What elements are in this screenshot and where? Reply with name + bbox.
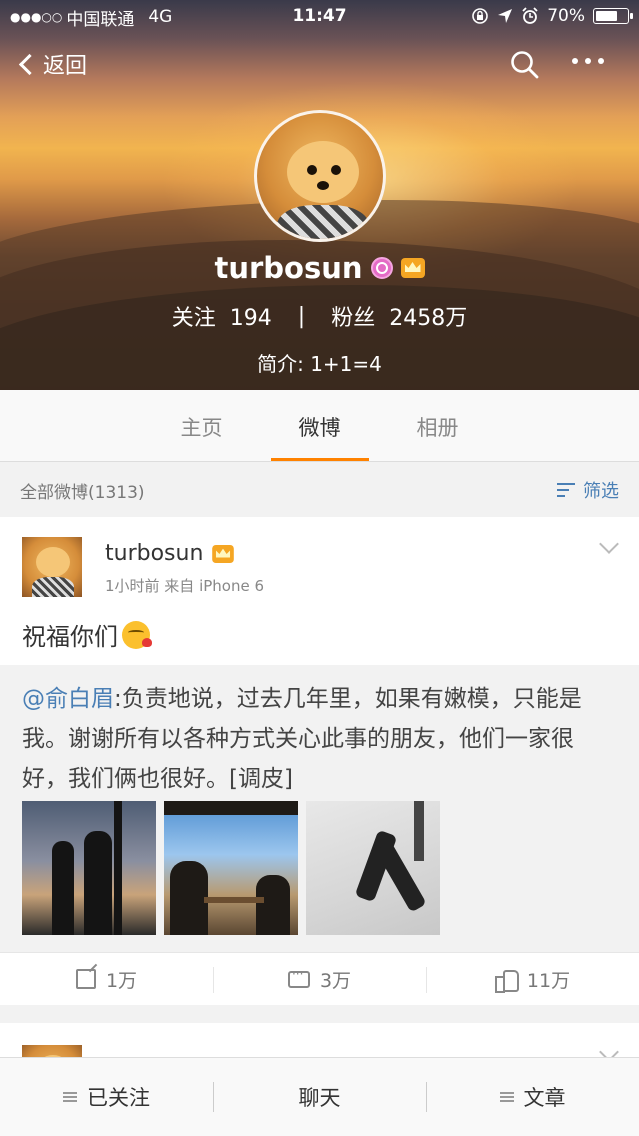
followed-button[interactable]: 已关注 (0, 1058, 213, 1136)
post-actions: 1万 3万 11万 (0, 952, 639, 1005)
following-label: 关注 (171, 306, 216, 331)
more-dot (585, 58, 591, 64)
more-icon[interactable] (572, 58, 612, 70)
post-text: 祝福你们 (22, 617, 152, 652)
repost-count: 1万 (105, 969, 138, 992)
filter-label: 筛选 (583, 481, 619, 502)
photo-thumbnail[interactable] (164, 801, 298, 935)
post-text-content: 祝福你们 (22, 623, 118, 651)
profile-tabs: 主页 微博 相册 (0, 390, 639, 462)
profile-username: turbosun (214, 251, 363, 285)
repost-button[interactable]: 1万 (0, 953, 213, 1005)
comment-button[interactable]: 3万 (213, 953, 426, 1005)
verified-badge-icon[interactable] (370, 257, 393, 279)
article-button[interactable]: 文章 (426, 1058, 639, 1136)
following-count: 194 (229, 306, 272, 331)
followers-count: 2458万 (389, 306, 468, 331)
post-meta: 1小时前 来自 iPhone 6 (105, 577, 265, 595)
tab-home[interactable]: 主页 (143, 390, 261, 461)
battery-icon (593, 8, 633, 24)
mention-link[interactable]: @俞白眉 (22, 686, 114, 712)
avatar-dog-nose (317, 181, 329, 190)
alarm-icon (522, 7, 538, 24)
more-dot (598, 58, 604, 64)
photo-grid (22, 801, 440, 935)
profile-cover: ●●●○○ 中国联通 4G 11:47 70% 返回 turbosun 关注 1… (0, 0, 639, 390)
stats-separator: | (297, 303, 306, 329)
chat-button[interactable]: 聊天 (213, 1058, 426, 1136)
nav-bar: 返回 (0, 40, 639, 90)
filter-icon (557, 483, 577, 497)
avatar-dog-eye (307, 165, 317, 175)
post-author-name: turbosun (105, 541, 204, 566)
more-dot (572, 58, 578, 64)
comment-icon (287, 967, 310, 988)
battery-fill (596, 11, 617, 21)
profile-bio: 简介: 1+1=4 (257, 352, 382, 376)
thumbs-up-icon (494, 968, 519, 993)
profile-avatar[interactable] (254, 110, 386, 242)
status-bar: ●●●○○ 中国联通 4G 11:47 70% (0, 0, 639, 34)
username-row: turbosun (0, 248, 639, 288)
followed-label: 已关注 (87, 1086, 150, 1110)
like-button[interactable]: 11万 (426, 953, 639, 1005)
vip-crown-icon (212, 544, 235, 563)
back-label: 返回 (43, 54, 88, 79)
rotation-lock-icon (472, 8, 489, 24)
location-icon (498, 9, 513, 23)
chevron-left-icon (18, 53, 41, 75)
filter-button[interactable]: 筛选 (557, 477, 619, 503)
menu-icon (63, 1091, 77, 1103)
post-card[interactable]: turbosun 1小时前 来自 iPhone 6 祝福你们 @俞白眉:负责地说… (0, 517, 639, 1005)
battery-percent: 70% (547, 6, 585, 26)
tab-album[interactable]: 相册 (379, 390, 497, 461)
status-right: 70% (471, 6, 633, 26)
repost-text: @俞白眉:负责地说，过去几年里，如果有嫩模，只能是我。谢谢所有以各种方式关心此事… (22, 679, 612, 799)
bottom-action-bar: 已关注 聊天 文章 (0, 1057, 639, 1136)
followers-stat[interactable]: 粉丝 2458万 (331, 300, 467, 332)
avatar-dog-eye (331, 165, 341, 175)
followers-label: 粉丝 (331, 306, 376, 331)
post-count-summary: 全部微博(1313) (20, 482, 145, 503)
photo-thumbnail[interactable] (22, 801, 156, 935)
post-author-avatar[interactable] (22, 537, 82, 597)
kiss-emoji-icon (122, 620, 152, 649)
chat-label: 聊天 (298, 1086, 341, 1110)
photo-thumbnail[interactable] (306, 801, 440, 935)
vip-crown-icon[interactable] (400, 258, 425, 278)
article-label: 文章 (523, 1086, 566, 1110)
tab-weibo[interactable]: 微博 (261, 390, 379, 461)
following-stat[interactable]: 关注 194 (172, 300, 272, 332)
like-count: 11万 (526, 969, 571, 992)
chevron-down-icon[interactable] (599, 534, 619, 554)
search-icon[interactable] (510, 50, 540, 80)
repost-icon (75, 969, 96, 989)
avatar-dog-shirt (32, 577, 74, 597)
menu-icon (499, 1091, 514, 1103)
post-author[interactable]: turbosun (105, 541, 235, 566)
reposted-content[interactable]: @俞白眉:负责地说，过去几年里，如果有嫩模，只能是我。谢谢所有以各种方式关心此事… (0, 665, 639, 952)
avatar-dog-shirt (277, 205, 369, 239)
back-button[interactable]: 返回 (18, 48, 87, 80)
profile-stats: 关注 194 | 粉丝 2458万 (0, 296, 639, 336)
avatar-dog-face (36, 547, 70, 577)
avatar-dog-face (287, 141, 359, 203)
filter-bar: 全部微博(1313) 筛选 (0, 463, 639, 517)
comment-count: 3万 (319, 969, 352, 992)
